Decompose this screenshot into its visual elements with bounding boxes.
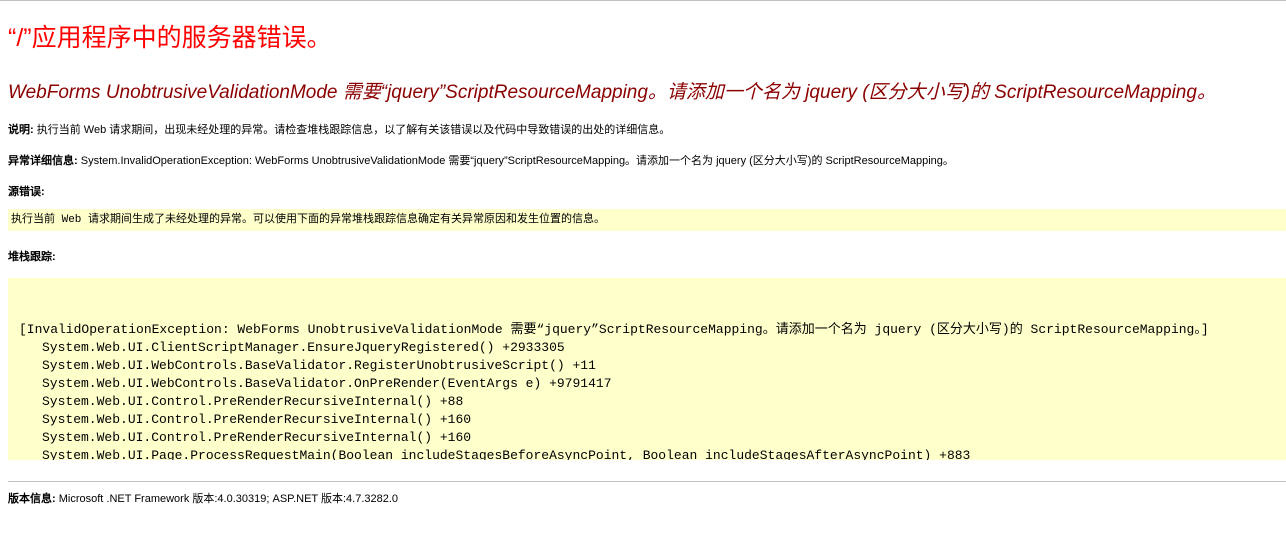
top-divider: [0, 0, 1286, 1]
stack-trace-line: [InvalidOperationException: WebForms Uno…: [19, 322, 1209, 337]
stack-trace-heading: 堆栈跟踪:: [8, 248, 56, 264]
exception-details-text: System.InvalidOperationException: WebFor…: [77, 155, 954, 167]
stack-trace-line: System.Web.UI.WebControls.BaseValidator.…: [42, 358, 596, 373]
exception-details-row: 异常详细信息: System.InvalidOperationException…: [8, 152, 954, 168]
stack-trace-line: System.Web.UI.Control.PreRenderRecursive…: [42, 430, 472, 445]
description-text: 执行当前 Web 请求期间，出现未经处理的异常。请检查堆栈跟踪信息，以了解有关该…: [33, 124, 671, 136]
stack-trace-line: System.Web.UI.Page.ProcessRequestMain(Bo…: [42, 448, 971, 460]
source-error-label: 源错误:: [8, 186, 45, 198]
stack-trace-line: System.Web.UI.WebControls.BaseValidator.…: [42, 376, 612, 391]
stack-trace-line: System.Web.UI.Control.PreRenderRecursive…: [42, 394, 464, 409]
bottom-divider: [8, 481, 1286, 482]
description-label: 说明:: [8, 124, 34, 136]
stack-trace-line: System.Web.UI.Control.PreRenderRecursive…: [42, 412, 472, 427]
stack-trace-label: 堆栈跟踪:: [8, 251, 56, 263]
version-info-text: Microsoft .NET Framework 版本:4.0.30319; A…: [55, 493, 399, 505]
version-info-row: 版本信息: Microsoft .NET Framework 版本:4.0.30…: [8, 490, 398, 506]
stack-trace-line: System.Web.UI.ClientScriptManager.Ensure…: [42, 340, 565, 355]
error-message: WebForms UnobtrusiveValidationMode 需要“jq…: [8, 82, 1216, 103]
page-title: “/”应用程序中的服务器错误。: [8, 24, 332, 52]
source-error-box: 执行当前 Web 请求期间生成了未经处理的异常。可以使用下面的异常堆栈跟踪信息确…: [8, 209, 1286, 231]
description-row: 说明: 执行当前 Web 请求期间，出现未经处理的异常。请检查堆栈跟踪信息，以了…: [8, 121, 670, 137]
stack-trace-box: [InvalidOperationException: WebForms Uno…: [8, 278, 1286, 460]
version-info-label: 版本信息:: [8, 493, 56, 505]
exception-details-label: 异常详细信息:: [8, 155, 78, 167]
source-error-text: 执行当前 Web 请求期间生成了未经处理的异常。可以使用下面的异常堆栈跟踪信息确…: [11, 214, 606, 226]
source-error-heading: 源错误:: [8, 183, 45, 199]
